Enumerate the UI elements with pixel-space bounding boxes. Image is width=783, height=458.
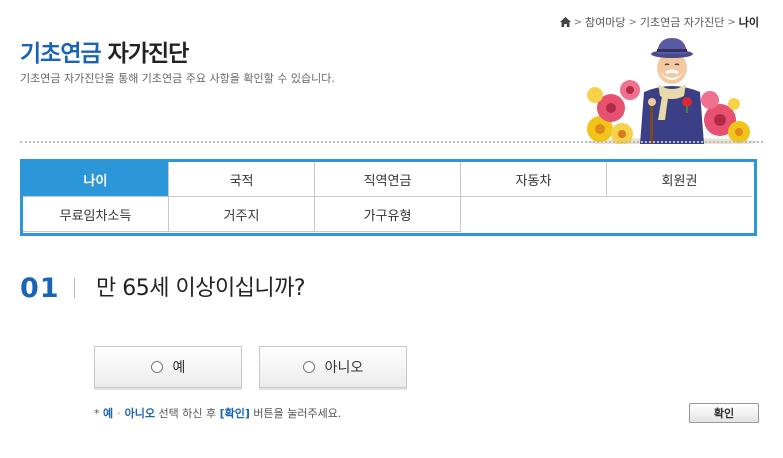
note-no: 아니오	[124, 407, 155, 420]
breadcrumb-item-self-diagnosis[interactable]: 기초연금 자가진단	[640, 14, 724, 30]
elderly-man-illustration	[586, 38, 758, 144]
diagnosis-tabs: 나이 국적 직역연금 자동차 회원권 무료임차소득 거주지 가구유형	[20, 159, 757, 236]
option-no-label: 아니오	[324, 360, 364, 376]
note-middle: 선택 하신 후	[158, 407, 217, 420]
page-description: 기초연금 자가진단을 통해 기초연금 주요 사항을 확인할 수 있습니다.	[20, 72, 335, 85]
radio-icon[interactable]	[150, 361, 163, 373]
note-confirm-ref: [확인]	[219, 407, 250, 420]
option-yes-button[interactable]: 예	[94, 346, 242, 388]
breadcrumb-separator: >	[628, 16, 637, 28]
tab-membership[interactable]: 회원권	[607, 162, 752, 197]
question-number: 01	[20, 273, 60, 304]
option-yes-label: 예	[172, 360, 186, 376]
radio-icon[interactable]	[302, 361, 315, 373]
note-suffix: 버튼을 눌러주세요.	[253, 407, 342, 420]
tab-household-type[interactable]: 가구유형	[315, 197, 461, 232]
tab-nationality[interactable]: 국적	[169, 162, 315, 197]
page-title: 기초연금 자가진단	[20, 34, 190, 68]
page-title-rest: 자가진단	[107, 41, 190, 67]
home-icon[interactable]	[559, 17, 571, 27]
tab-free-rent-income[interactable]: 무료임차소득	[23, 197, 169, 232]
tab-age[interactable]: 나이	[23, 162, 169, 197]
tab-residence[interactable]: 거주지	[169, 197, 315, 232]
instruction-note: * 예 · 아니오 선택 하신 후 [확인] 버튼을 눌러주세요.	[94, 405, 341, 421]
breadcrumb-current: 나이	[738, 16, 759, 29]
note-prefix: *	[94, 407, 100, 420]
breadcrumb-item-participation[interactable]: 참여마당	[585, 14, 625, 30]
breadcrumb-separator: >	[727, 16, 736, 28]
question-divider	[74, 278, 75, 298]
question-text: 만 65세 이상이십니까?	[96, 276, 306, 301]
option-no-button[interactable]: 아니오	[259, 346, 407, 388]
tab-occupational-pension[interactable]: 직역연금	[315, 162, 461, 197]
tab-empty-cell	[461, 197, 752, 232]
page-title-accent: 기초연금	[20, 41, 102, 67]
note-yes: 예	[103, 407, 114, 420]
breadcrumb-separator: >	[573, 16, 583, 28]
confirm-button[interactable]: 확인	[689, 403, 759, 423]
header-divider	[20, 141, 763, 143]
breadcrumb: > 참여마당 > 기초연금 자가진단 > 나이	[559, 14, 759, 30]
note-separator: ·	[117, 407, 121, 420]
tab-car[interactable]: 자동차	[461, 162, 607, 197]
